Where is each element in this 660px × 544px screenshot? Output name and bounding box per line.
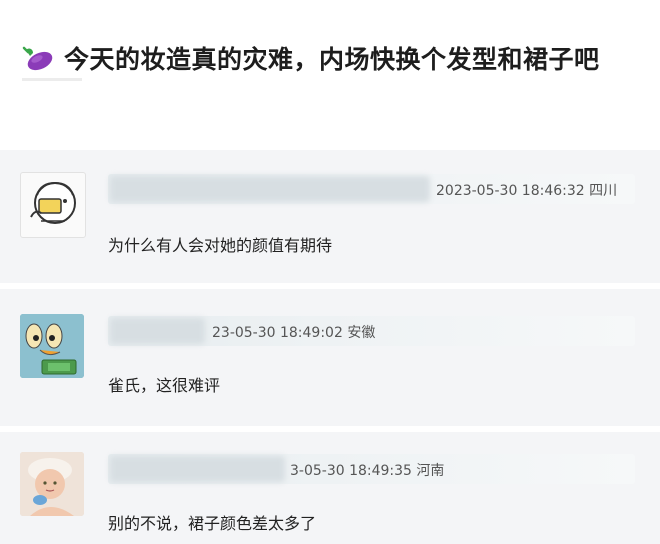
baby-photo-avatar-icon[interactable] bbox=[20, 452, 84, 516]
post-title: 今天的妆造真的灾难，内场快换个发型和裙子吧 bbox=[64, 45, 600, 74]
cartoon-duck-avatar-icon[interactable] bbox=[20, 314, 84, 378]
title-underline bbox=[22, 78, 82, 81]
comment-divider bbox=[0, 283, 660, 289]
post-header: 今天的妆造真的灾难，内场快换个发型和裙子吧 bbox=[0, 0, 660, 150]
comment-divider bbox=[0, 426, 660, 432]
comment-time-location: 3-05-30 18:49:35 河南 bbox=[290, 463, 445, 479]
eggplant-icon bbox=[22, 46, 53, 71]
comment-text: 为什么有人会对她的颜值有期待 bbox=[108, 236, 333, 255]
comment-text: 雀氏，这很难评 bbox=[108, 376, 221, 395]
blurred-username[interactable] bbox=[110, 176, 430, 202]
comment-list: 2023-05-30 18:46:32 四川 为什么有人会对她的颜值有期待 23… bbox=[0, 150, 660, 544]
blurred-username[interactable] bbox=[110, 456, 285, 482]
post-title-row: 今天的妆造真的灾难，内场快换个发型和裙子吧 bbox=[22, 40, 600, 76]
comment-time-location: 2023-05-30 18:46:32 四川 bbox=[436, 183, 618, 199]
blurred-username[interactable] bbox=[110, 318, 205, 344]
comment-text: 别的不说，裙子颜色差太多了 bbox=[108, 514, 317, 533]
comment-time-location: 23-05-30 18:49:02 安徽 bbox=[212, 325, 376, 341]
cartoon-avatar-icon[interactable] bbox=[20, 172, 86, 238]
